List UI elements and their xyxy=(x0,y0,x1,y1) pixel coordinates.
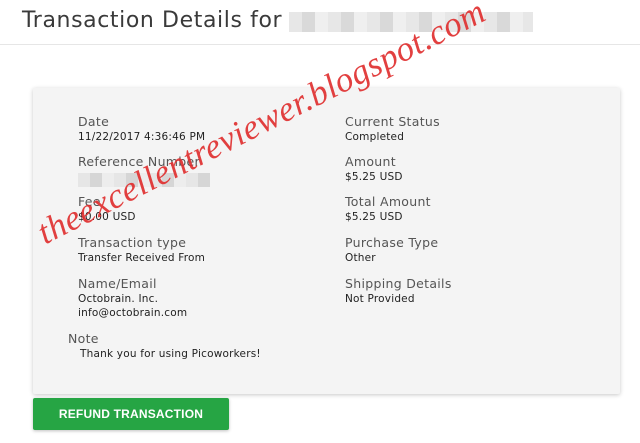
note-value: Thank you for using Picoworkers! xyxy=(80,348,261,360)
fee-field: Fee $0.00 USD xyxy=(78,195,136,224)
purchase-type-field: Purchase Type Other xyxy=(345,236,438,265)
purchase-type-label: Purchase Type xyxy=(345,235,439,250)
amount-value: $5.25 USD xyxy=(345,171,403,183)
shipping-details-label: Shipping Details xyxy=(345,276,452,291)
page-title: Transaction Details for xyxy=(22,8,283,33)
transaction-type-value: Transfer Received From xyxy=(78,252,206,264)
redacted-reference-number xyxy=(78,173,210,187)
purchase-type-value: Other xyxy=(345,252,376,264)
reference-number-label: Reference Number xyxy=(78,154,200,169)
date-field: Date 11/22/2017 4:36:46 PM xyxy=(78,115,205,144)
redacted-account-name xyxy=(289,12,533,32)
name-email-field: Name/Email Octobrain. Inc. info@octobrai… xyxy=(78,277,187,320)
date-label: Date xyxy=(78,114,110,129)
current-status-label: Current Status xyxy=(345,114,440,129)
title-divider xyxy=(0,44,640,45)
reference-number-field: Reference Number xyxy=(78,155,210,187)
transaction-type-label: Transaction type xyxy=(78,235,187,250)
email-value: info@octobrain.com xyxy=(78,307,188,319)
current-status-field: Current Status Completed xyxy=(345,115,440,144)
amount-field: Amount $5.25 USD xyxy=(345,155,403,184)
note-label: Note xyxy=(68,331,99,346)
fee-value: $0.00 USD xyxy=(78,211,136,223)
refund-transaction-button[interactable]: REFUND TRANSACTION xyxy=(33,398,229,430)
total-amount-field: Total Amount $5.25 USD xyxy=(345,195,431,224)
total-amount-value: $5.25 USD xyxy=(345,211,403,223)
total-amount-label: Total Amount xyxy=(345,194,431,209)
shipping-details-value: Not Provided xyxy=(345,293,415,305)
transaction-type-field: Transaction type Transfer Received From xyxy=(78,236,205,265)
transaction-details-card: Date 11/22/2017 4:36:46 PM Current Statu… xyxy=(33,88,620,394)
fee-label: Fee xyxy=(78,194,101,209)
shipping-details-field: Shipping Details Not Provided xyxy=(345,277,452,306)
name-email-label: Name/Email xyxy=(78,276,157,291)
amount-label: Amount xyxy=(345,154,396,169)
current-status-value: Completed xyxy=(345,131,405,143)
name-value: Octobrain. Inc. xyxy=(78,293,159,305)
date-value: 11/22/2017 4:36:46 PM xyxy=(78,131,206,143)
note-field: Note Thank you for using Picoworkers! xyxy=(68,332,261,361)
